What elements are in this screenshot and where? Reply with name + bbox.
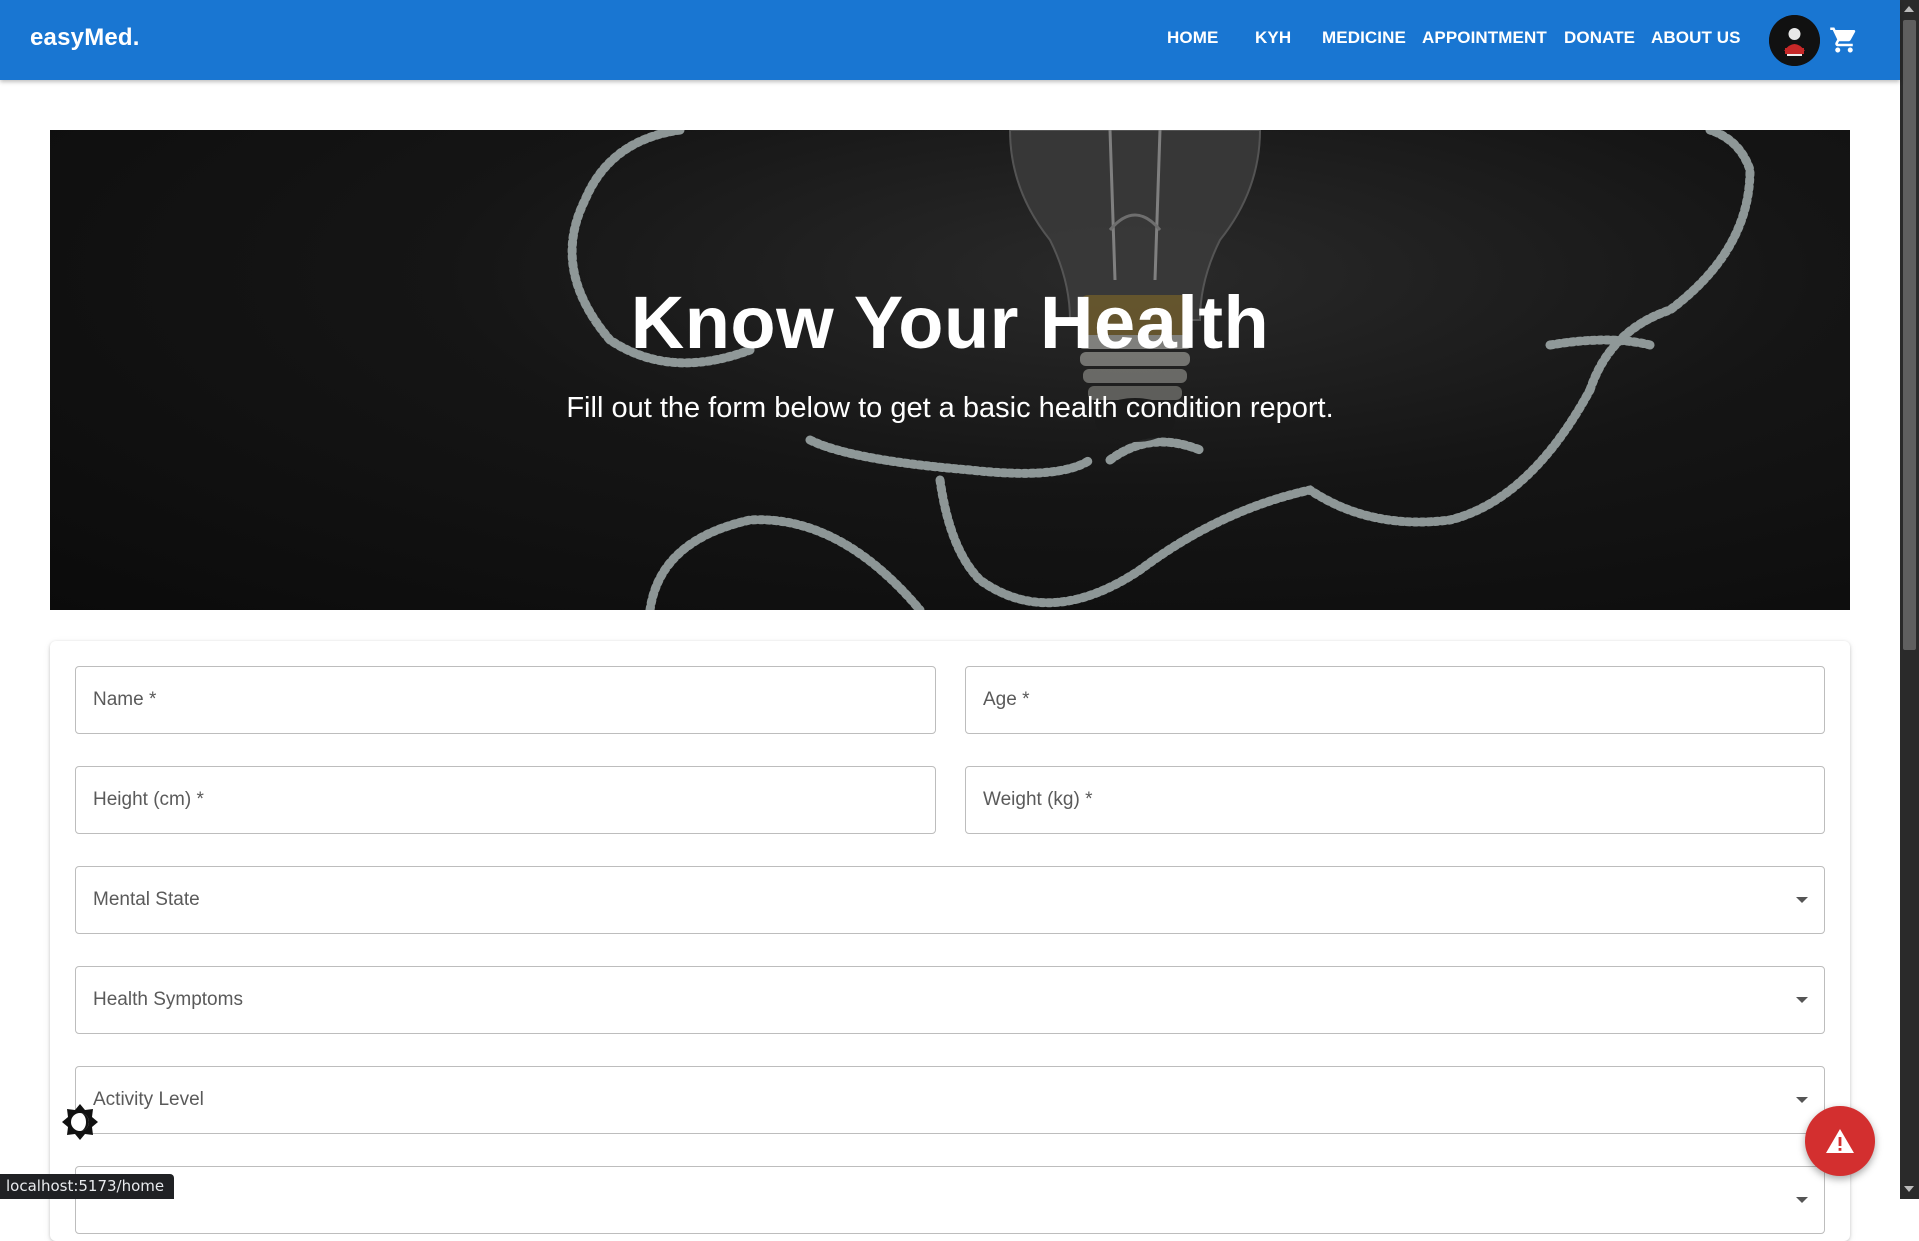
- health-symptoms-select[interactable]: Health Symptoms: [75, 966, 1825, 1034]
- chevron-down-icon: [1796, 897, 1808, 903]
- height-field-label: Height (cm) *: [93, 789, 204, 810]
- mental-state-select[interactable]: Mental State: [75, 866, 1825, 934]
- page-title: Know Your Health: [630, 281, 1270, 364]
- warning-icon: [1826, 1129, 1854, 1153]
- nav-home[interactable]: HOME: [1167, 28, 1218, 48]
- scroll-up-arrow-icon[interactable]: [1904, 6, 1914, 12]
- age-field[interactable]: Age *: [965, 666, 1825, 734]
- status-bar-url: localhost:5173/home: [0, 1174, 175, 1199]
- lightbulb-chalk-illustration: [567, 130, 1755, 610]
- weight-field[interactable]: Weight (kg) *: [965, 766, 1825, 834]
- name-field-label: Name *: [93, 689, 157, 710]
- scroll-down-arrow-icon[interactable]: [1904, 1186, 1914, 1192]
- health-symptoms-label: Health Symptoms: [93, 989, 243, 1010]
- page-subtitle: Fill out the form below to get a basic h…: [566, 392, 1334, 424]
- user-avatar[interactable]: [1769, 15, 1820, 66]
- chevron-down-icon: [1796, 1197, 1808, 1203]
- scrollbar-thumb[interactable]: [1903, 20, 1916, 650]
- avatar-image: [1769, 15, 1820, 66]
- age-field-label: Age *: [983, 689, 1030, 710]
- name-field[interactable]: Name *: [75, 666, 936, 734]
- nav-kyh[interactable]: KYH: [1255, 28, 1291, 48]
- top-app-bar: easyMed. HOME KYH MEDICINE APPOINTMENT D…: [0, 0, 1900, 80]
- activity-level-label: Activity Level: [93, 1089, 204, 1110]
- mental-state-label: Mental State: [93, 889, 200, 910]
- nav-appointment[interactable]: APPOINTMENT: [1422, 28, 1547, 48]
- weight-field-label: Weight (kg) *: [983, 789, 1093, 810]
- brand-logo[interactable]: easyMed.: [30, 24, 140, 52]
- next-select-field[interactable]: [75, 1166, 1825, 1234]
- theme-toggle-icon[interactable]: [61, 1103, 99, 1141]
- emergency-alert-button[interactable]: [1805, 1106, 1875, 1176]
- nav-medicine[interactable]: MEDICINE: [1322, 28, 1406, 48]
- cart-icon[interactable]: [1829, 25, 1859, 55]
- health-form-card: Name * Age * Height (cm) * Weight (kg) *…: [50, 641, 1850, 1241]
- chevron-down-icon: [1796, 1097, 1808, 1103]
- nav-about-us[interactable]: ABOUT US: [1651, 28, 1741, 48]
- activity-level-select[interactable]: Activity Level: [75, 1066, 1825, 1134]
- hero-banner: Know Your Health Fill out the form below…: [50, 130, 1850, 610]
- nav-donate[interactable]: DONATE: [1564, 28, 1635, 48]
- height-field[interactable]: Height (cm) *: [75, 766, 936, 834]
- chevron-down-icon: [1796, 997, 1808, 1003]
